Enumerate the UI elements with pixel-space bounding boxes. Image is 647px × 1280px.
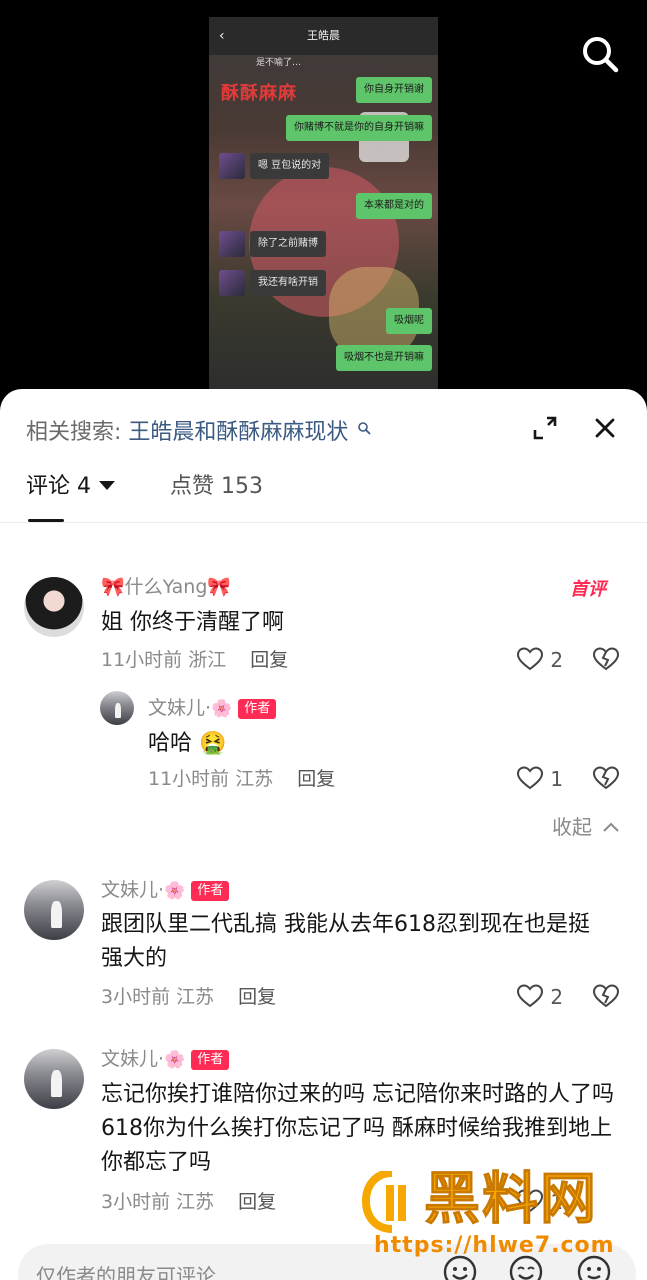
comment-meta: 3小时前 江苏 回复 — [101, 1189, 276, 1215]
flower-icon: 🌸 — [164, 1050, 186, 1070]
dislike-icon[interactable] — [592, 764, 620, 792]
dislike-icon[interactable] — [592, 982, 620, 1010]
reply-button[interactable]: 回复 — [297, 768, 335, 790]
watermark-text: 黑料网 — [424, 1167, 598, 1233]
chat-message: 本来都是对的 — [356, 193, 432, 219]
reply-button[interactable]: 回复 — [238, 986, 276, 1008]
caret-down-icon — [99, 481, 115, 490]
author-name: 文妹儿· — [101, 1048, 165, 1070]
site-watermark: 黑料网 https://hlwe7.com — [361, 1165, 647, 1280]
chat-title: 王皓晨 — [307, 29, 340, 42]
comment-sheet: 相关搜索: 王皓晨和酥酥麻麻现状 评论 4 点赞 153 🎀什么Yang🎀 首评… — [0, 389, 647, 1280]
author-badge: 作者 — [238, 699, 277, 719]
comment-author[interactable]: 文妹儿·🌸 作者 — [148, 695, 277, 722]
search-icon — [357, 411, 371, 447]
chat-watermark: 酥酥麻麻 — [221, 83, 297, 104]
like-count: 2 — [550, 648, 564, 672]
comment-time-location: 3小时前 江苏 — [101, 986, 215, 1008]
comment-text: 姐 你终于清醒了啊 — [101, 610, 284, 635]
author-badge: 作者 — [191, 881, 230, 901]
chat-avatar — [219, 153, 245, 179]
tab-comments[interactable]: 评论 4 — [26, 469, 115, 505]
dislike-icon[interactable] — [592, 645, 620, 673]
like-button[interactable]: 2 — [516, 645, 563, 675]
chat-message: 你赌博不就是你的自身开销嘛 — [286, 115, 432, 141]
chat-avatar — [219, 231, 245, 257]
chat-message: 嗯 豆包说的对 — [250, 153, 330, 179]
comment-author[interactable]: 文妹儿·🌸 作者 — [101, 1046, 230, 1073]
comment-time-location: 3小时前 江苏 — [101, 1191, 215, 1213]
comment-time-location: 11小时前 江苏 — [148, 768, 274, 790]
like-count: 1 — [550, 767, 564, 791]
chat-message: 我还有啥开销 — [250, 270, 326, 296]
chat-message: 吸烟不也是开销嘛 — [336, 345, 432, 371]
comment-meta: 11小时前 浙江 回复 — [101, 647, 288, 673]
comment-author[interactable]: 文妹儿·🌸 作者 — [101, 877, 230, 904]
comment-text: 哈哈 🤮 — [148, 731, 227, 756]
related-search[interactable]: 相关搜索: 王皓晨和酥酥麻麻现状 — [26, 411, 371, 447]
flower-icon: 🌸 — [211, 699, 233, 719]
close-icon[interactable] — [588, 411, 622, 445]
avatar[interactable] — [24, 1049, 84, 1109]
like-count: 2 — [550, 985, 564, 1009]
watermark-url: https://hlwe7.com — [374, 1233, 615, 1258]
expand-icon[interactable] — [530, 413, 560, 443]
flower-icon: 🌸 — [164, 881, 186, 901]
collapse-label: 收起 — [552, 815, 592, 839]
chat-header: ‹ 王皓晨 — [209, 17, 438, 55]
watermark-logo-icon — [361, 1169, 422, 1233]
chat-preview: 是不喻了… — [256, 58, 302, 68]
chat-message: 吸烟呢 — [386, 308, 432, 334]
avatar[interactable] — [24, 880, 84, 940]
divider — [0, 522, 647, 523]
tab-comments-label: 评论 4 — [26, 474, 91, 499]
chat-message: 除了之前赌博 — [250, 231, 326, 257]
like-button[interactable]: 2 — [516, 982, 563, 1012]
first-comment-badge: 首评 — [570, 579, 606, 600]
search-icon[interactable] — [576, 30, 624, 78]
comment-author[interactable]: 🎀什么Yang🎀 — [101, 574, 231, 600]
comment-time-location: 11小时前 浙江 — [101, 649, 227, 671]
reply-button[interactable]: 回复 — [238, 1191, 276, 1213]
related-search-query[interactable]: 王皓晨和酥酥麻麻现状 — [128, 420, 348, 445]
comment-meta: 3小时前 江苏 回复 — [101, 984, 276, 1010]
related-search-label: 相关搜索: — [26, 420, 122, 445]
chat-message: 你自身开销谢 — [356, 77, 432, 103]
reply-button[interactable]: 回复 — [250, 649, 288, 671]
video-area[interactable]: ‹ 王皓晨 是不喻了… 酥酥麻麻 你自身开销谢 你赌博不就是你的自身开销嘛 嗯 … — [0, 0, 647, 410]
heart-icon — [516, 766, 544, 790]
heart-icon — [516, 647, 544, 671]
comment-input-placeholder: 仅作者的朋友可评论 — [36, 1264, 216, 1280]
like-button[interactable]: 1 — [516, 764, 563, 794]
chat-screenshot: ‹ 王皓晨 是不喻了… 酥酥麻麻 你自身开销谢 你赌博不就是你的自身开销嘛 嗯 … — [209, 17, 438, 392]
author-name: 文妹儿· — [148, 697, 212, 719]
chat-avatar — [219, 270, 245, 296]
avatar[interactable] — [100, 691, 134, 725]
comment-text: 跟团队里二代乱搞 我能从去年618忍到现在也是挺强大的 — [101, 912, 590, 971]
back-icon: ‹ — [219, 28, 225, 44]
avatar[interactable] — [24, 577, 84, 637]
chevron-up-icon — [603, 822, 620, 832]
comment-meta: 11小时前 江苏 回复 — [148, 766, 335, 792]
author-name: 文妹儿· — [101, 879, 165, 901]
collapse-replies-button[interactable]: 收起 — [552, 813, 620, 841]
tab-likes[interactable]: 点赞 153 — [170, 469, 263, 505]
author-badge: 作者 — [191, 1050, 230, 1070]
heart-icon — [516, 984, 544, 1008]
